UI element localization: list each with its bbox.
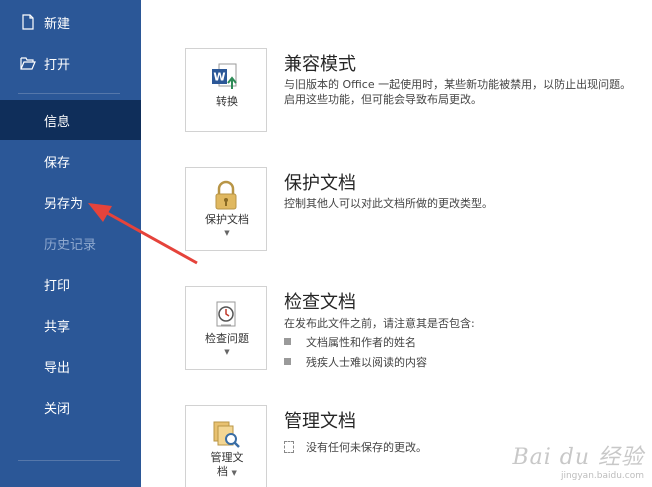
watermark: Bai du 经验 jingyan.baidu.com [512, 439, 644, 481]
watermark-logo: Bai du 经验 [512, 445, 644, 470]
annotation-arrow [88, 203, 198, 265]
watermark-url: jingyan.baidu.com [560, 471, 644, 481]
